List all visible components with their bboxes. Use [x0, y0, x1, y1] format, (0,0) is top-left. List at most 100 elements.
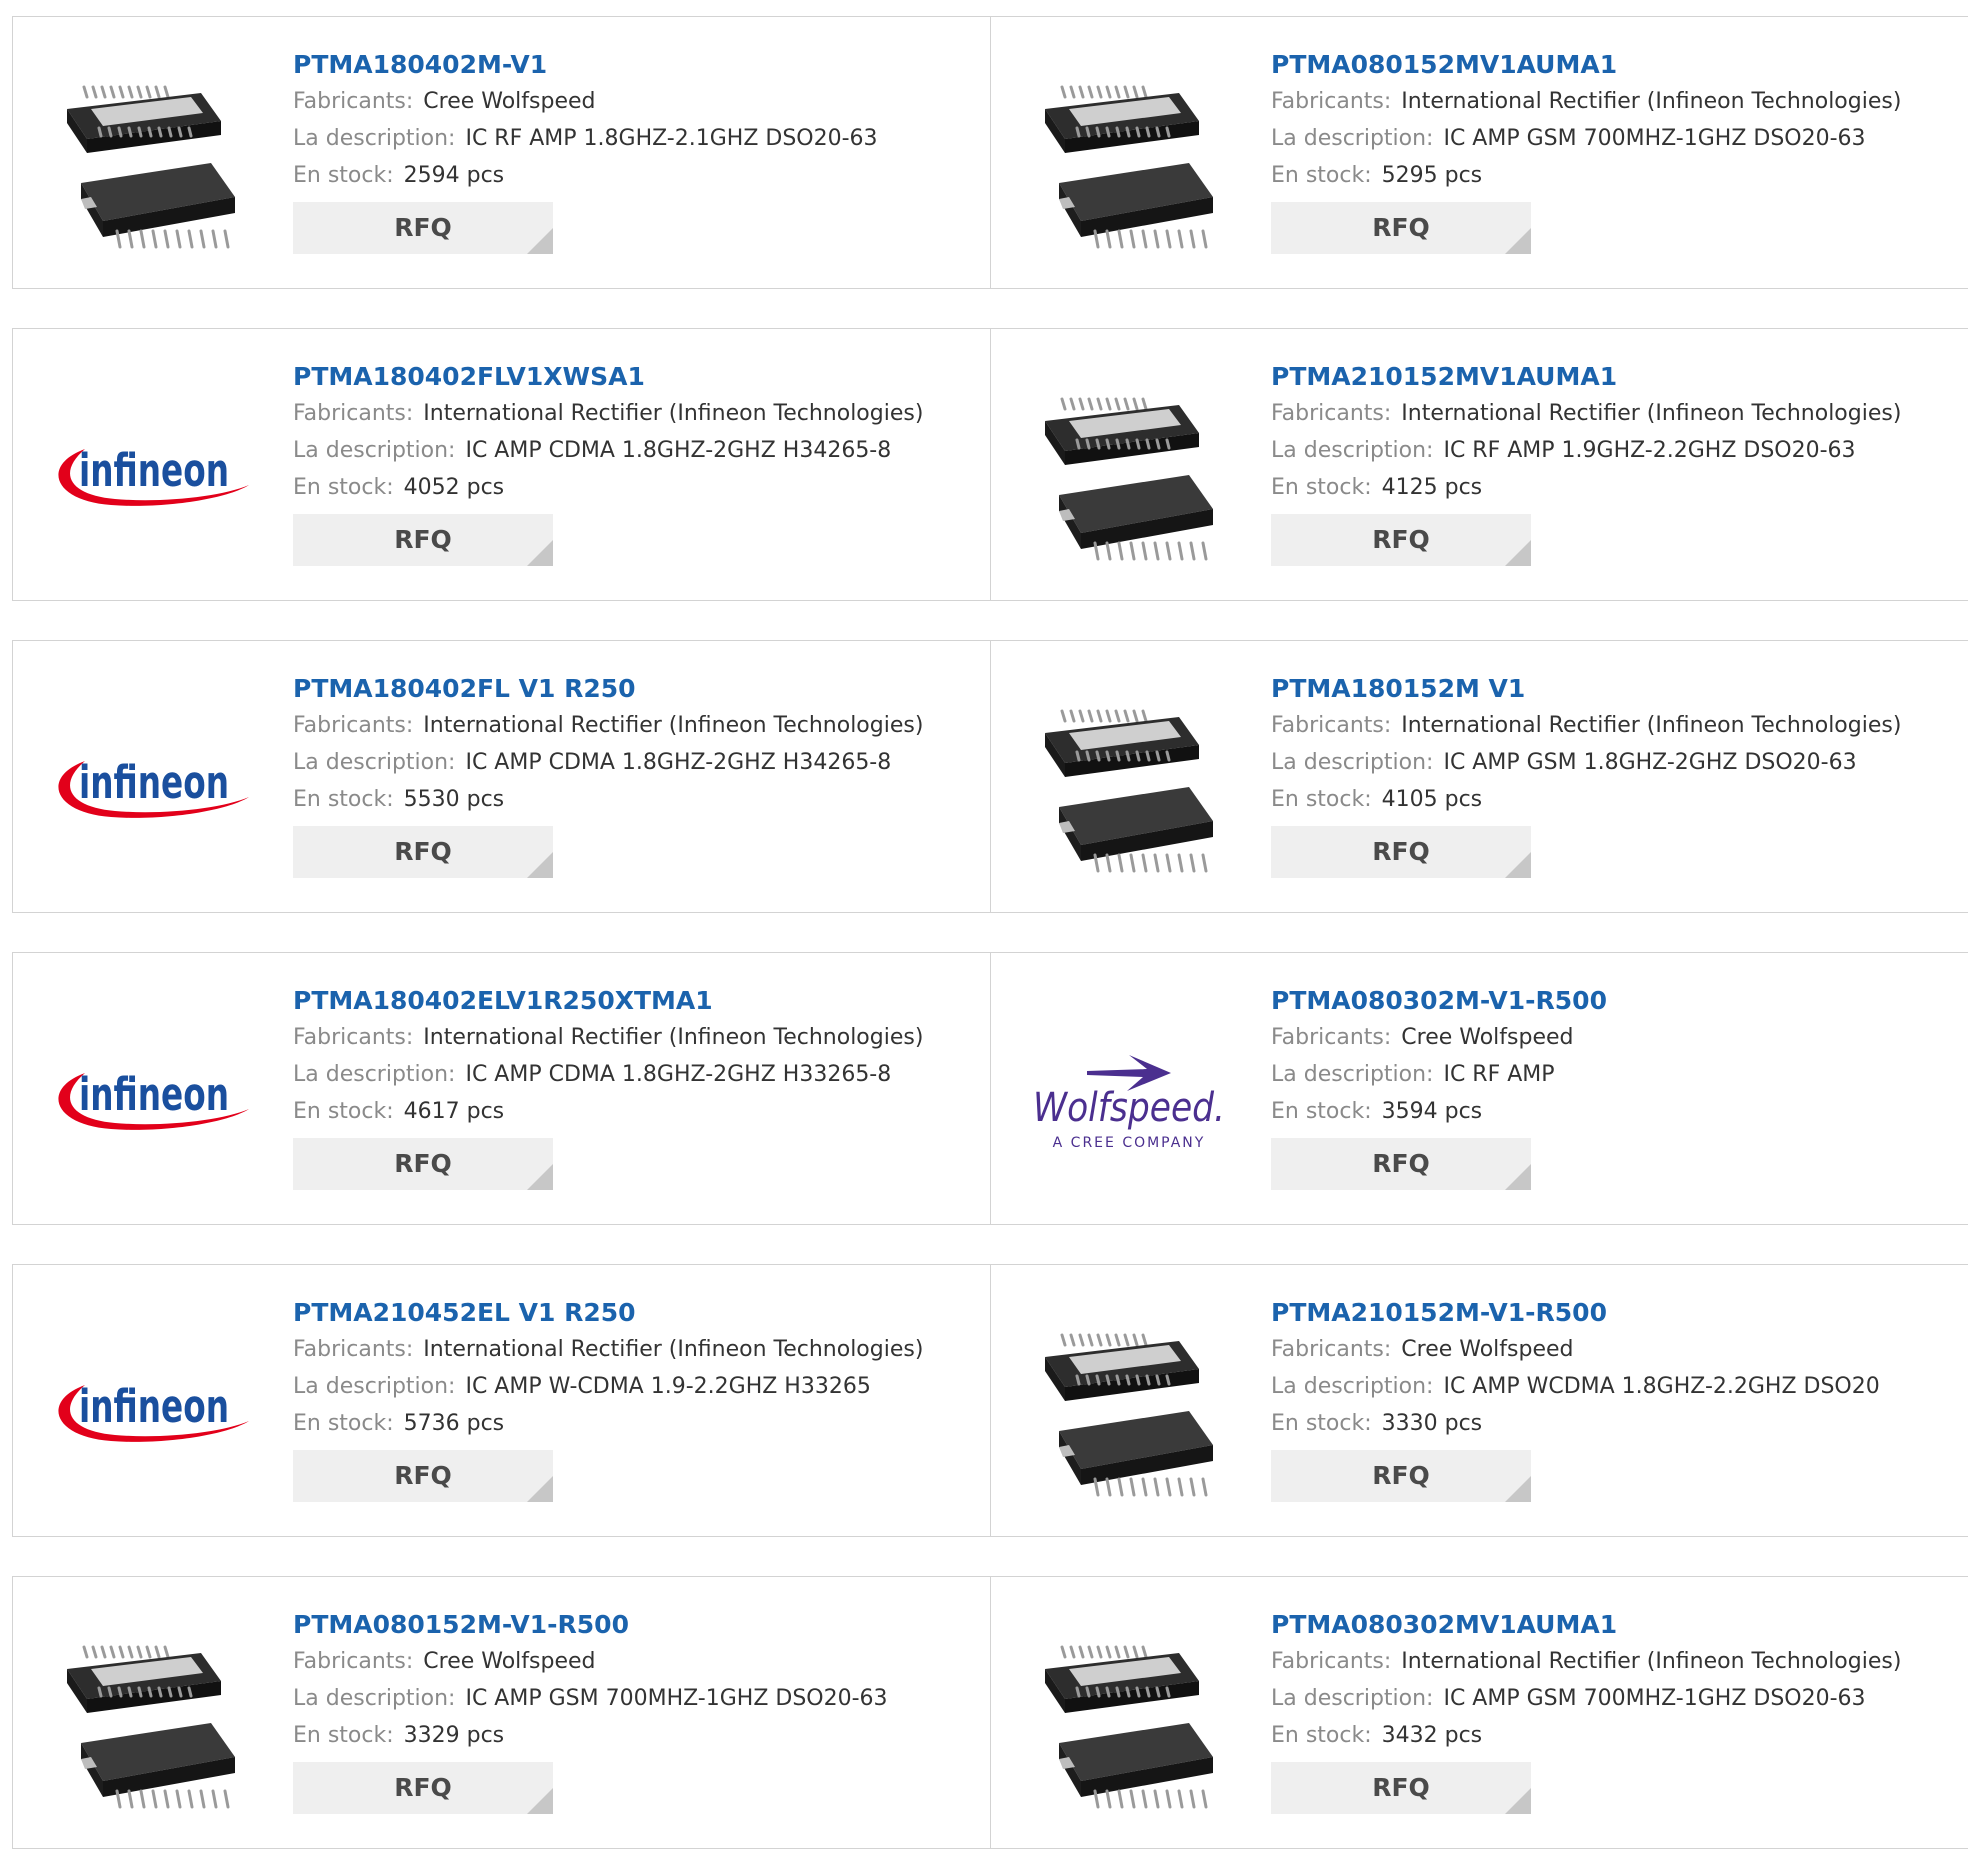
- stock-value: 4617 pcs: [403, 1099, 505, 1124]
- stock-label: En stock:: [293, 1723, 394, 1748]
- description-label: La description:: [1271, 126, 1434, 151]
- product-title-link[interactable]: PTMA080152MV1AUMA1: [1271, 47, 1951, 83]
- chip-pin: [1087, 397, 1094, 411]
- chip-pin: [1105, 85, 1112, 99]
- chip-pin: [1123, 1645, 1130, 1659]
- chip-pin: [1095, 126, 1101, 138]
- chip-pin: [1145, 438, 1151, 450]
- chip-pin: [1060, 1333, 1067, 1347]
- product-card: PTMA180152M V1 Fabricants: International R…: [990, 640, 1968, 913]
- chip-pin: [91, 85, 98, 99]
- product-title-link[interactable]: PTMA210152M-V1-R500: [1271, 1295, 1951, 1331]
- product-title-link[interactable]: PTMA210452EL V1 R250: [293, 1295, 973, 1331]
- logo-subtitle: A CREE COMPANY: [1053, 1135, 1206, 1151]
- rfq-button[interactable]: RFQ: [293, 1138, 553, 1190]
- chip-pin: [1075, 438, 1081, 450]
- rfq-button[interactable]: RFQ: [1271, 1762, 1531, 1814]
- stock-label: En stock:: [1271, 787, 1372, 812]
- product-title-link[interactable]: PTMA210152MV1AUMA1: [1271, 359, 1951, 395]
- logo-wordmark: Wolfspeed.: [1033, 1085, 1225, 1131]
- manufacturer-line: Fabricants: International Rectifier (Infi…: [293, 395, 973, 432]
- product-info: PTMA080152M-V1-R500 Fabricants: Cree Wolfs…: [293, 1607, 973, 1814]
- chip-pin: [1087, 1333, 1094, 1347]
- wolfspeed-logo: Wolfspeed. A CREE COMPANY: [1033, 1055, 1225, 1151]
- chip-pin: [97, 1686, 103, 1698]
- chip-pin: [1129, 1789, 1136, 1809]
- product-title-link[interactable]: PTMA080302MV1AUMA1: [1271, 1607, 1951, 1643]
- product-title-link[interactable]: PTMA080152M-V1-R500: [293, 1607, 973, 1643]
- description-value: IC AMP CDMA 1.8GHZ-2GHZ H33265-8: [465, 1062, 892, 1087]
- product-info: PTMA210152M-V1-R500 Fabricants: Cree Wolfs…: [1271, 1295, 1951, 1502]
- product-title-link[interactable]: PTMA180402FLV1XWSA1: [293, 359, 973, 395]
- stock-label: En stock:: [1271, 1411, 1372, 1436]
- rfq-button-label: RFQ: [394, 1461, 452, 1490]
- chip-pin: [147, 1686, 153, 1698]
- stock-label: En stock:: [1271, 163, 1372, 188]
- chip-pin: [1165, 750, 1171, 762]
- chip-pin: [127, 1645, 134, 1659]
- chip-pin: [1135, 1374, 1141, 1386]
- manufacturer-line: Fabricants: Cree Wolfspeed: [1271, 1331, 1951, 1368]
- chip-pin: [1145, 126, 1151, 138]
- chip-pin: [1075, 750, 1081, 762]
- chip-pin: [139, 1789, 146, 1809]
- description-line: La description: IC RF AMP: [1271, 1056, 1951, 1093]
- chip-pin: [147, 126, 153, 138]
- description-label: La description:: [293, 1686, 456, 1711]
- chip-pin: [1129, 853, 1136, 873]
- product-title-link[interactable]: PTMA180402ELV1R250XTMA1: [293, 983, 973, 1019]
- chip-pin: [1132, 709, 1139, 723]
- manufacturer-line: Fabricants: International Rectifier (Infi…: [293, 707, 973, 744]
- rfq-corner-decoration: [527, 1476, 553, 1502]
- rfq-corner-decoration: [527, 852, 553, 878]
- product-info: PTMA180402M-V1 Fabricants: Cree Wolfspeed L…: [293, 47, 973, 254]
- product-title-link[interactable]: PTMA180152M V1: [1271, 671, 1951, 707]
- product-title-link[interactable]: PTMA180402FL V1 R250: [293, 671, 973, 707]
- product-title-link[interactable]: PTMA180402M-V1: [293, 47, 973, 83]
- chip-pin: [1189, 853, 1196, 873]
- ic-package-image: [1045, 709, 1213, 873]
- rfq-button[interactable]: RFQ: [1271, 514, 1531, 566]
- description-line: La description: IC AMP GSM 700MHZ-1GHZ DS…: [1271, 120, 1951, 157]
- chip-pin: [187, 1686, 193, 1698]
- chip-pin: [1153, 853, 1160, 873]
- description-line: La description: IC AMP W-CDMA 1.9-2.2GHZ …: [293, 1368, 973, 1405]
- stock-label: En stock:: [293, 1411, 394, 1436]
- chip-pin: [1177, 1477, 1184, 1497]
- chip-pin: [1114, 85, 1121, 99]
- chip-pin: [1135, 750, 1141, 762]
- rfq-button[interactable]: RFQ: [293, 202, 553, 254]
- rfq-button[interactable]: RFQ: [293, 1762, 553, 1814]
- chip-pin: [1096, 85, 1103, 99]
- chip-pin: [1141, 397, 1148, 411]
- chip-pin: [1095, 1374, 1101, 1386]
- chip-pin: [1115, 438, 1121, 450]
- product-title-link[interactable]: PTMA080302M-V1-R500: [1271, 983, 1951, 1019]
- product-info: PTMA080302M-V1-R500 Fabricants: Cree Wolfs…: [1271, 983, 1951, 1190]
- chip-pin: [223, 229, 230, 249]
- chip-pin: [1132, 85, 1139, 99]
- rfq-button-label: RFQ: [1372, 213, 1430, 242]
- chip-pin: [1095, 438, 1101, 450]
- chip-pin: [157, 126, 163, 138]
- description-value: IC RF AMP 1.9GHZ-2.2GHZ DSO20-63: [1443, 438, 1856, 463]
- chip-pin: [1153, 1789, 1160, 1809]
- chip-pin: [1145, 1686, 1151, 1698]
- rfq-button[interactable]: RFQ: [1271, 826, 1531, 878]
- manufacturer-label: Fabricants:: [293, 89, 414, 114]
- chip-pin: [1129, 541, 1136, 561]
- chip-pin: [163, 1789, 170, 1809]
- rfq-button[interactable]: RFQ: [1271, 202, 1531, 254]
- chip-pin: [1069, 1645, 1076, 1659]
- stock-label: En stock:: [293, 787, 394, 812]
- rfq-button[interactable]: RFQ: [1271, 1450, 1531, 1502]
- rfq-button[interactable]: RFQ: [293, 514, 553, 566]
- rfq-button[interactable]: RFQ: [1271, 1138, 1531, 1190]
- manufacturer-label: Fabricants:: [1271, 1337, 1392, 1362]
- ic-package-image: [1045, 85, 1213, 249]
- chip-pin: [1177, 1789, 1184, 1809]
- chip-pin: [1095, 1686, 1101, 1698]
- rfq-button[interactable]: RFQ: [293, 1450, 553, 1502]
- chip-pin: [1145, 750, 1151, 762]
- rfq-button[interactable]: RFQ: [293, 826, 553, 878]
